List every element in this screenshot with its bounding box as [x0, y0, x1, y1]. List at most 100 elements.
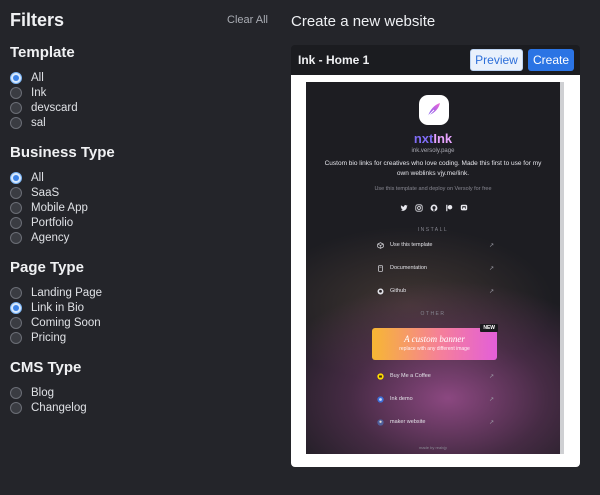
filter-option[interactable]: sal	[10, 115, 270, 130]
github-icon	[429, 203, 438, 212]
filter-option-label: Changelog	[31, 401, 87, 414]
radio-button[interactable]	[10, 86, 22, 99]
link-label: Github	[390, 288, 407, 294]
radio-button[interactable]	[10, 331, 22, 344]
ink-avatar-icon	[376, 395, 384, 403]
filter-option-label: Blog	[31, 386, 55, 399]
filter-option[interactable]: Agency	[10, 230, 270, 245]
filter-option-label: All	[31, 171, 44, 184]
custom-banner[interactable]: NEW A custom banner replace with any dif…	[372, 324, 498, 360]
link-label: Buy Me a Coffee	[390, 373, 431, 379]
external-arrow-icon: ↗	[488, 288, 494, 295]
filter-option[interactable]: Pricing	[10, 330, 270, 345]
link-use-template[interactable]: Use this template ↗	[376, 239, 494, 251]
coffee-icon	[376, 372, 384, 380]
template-name: Ink - Home 1	[298, 53, 370, 67]
radio-button[interactable]	[10, 171, 22, 184]
radio-button[interactable]	[10, 186, 22, 199]
filter-option-label: Agency	[31, 231, 70, 244]
filter-option[interactable]: Link in Bio	[10, 300, 270, 315]
template-thumbnail[interactable]: nxtInk ink.versoly.page Custom bio links…	[306, 82, 564, 454]
filter-option-label: devscard	[31, 101, 78, 114]
filter-option[interactable]: Ink	[10, 85, 270, 100]
banner-title: A custom banner	[404, 334, 465, 344]
radio-button[interactable]	[10, 71, 22, 84]
template-preview-card: Ink - Home 1 Preview Create nxtInk ink.v…	[291, 45, 580, 467]
radio-button[interactable]	[10, 101, 22, 114]
radio-button[interactable]	[10, 316, 22, 329]
filters-panel: Filters Clear All Template All Ink devscard…	[10, 10, 270, 415]
filter-group-title: Business Type	[10, 144, 115, 161]
filter-option[interactable]: Mobile App	[10, 200, 270, 215]
radio-button[interactable]	[10, 201, 22, 214]
link-github[interactable]: Github ↗	[376, 285, 494, 297]
brand-ink: Ink	[433, 131, 453, 146]
template-thumbnail-frame: nxtInk ink.versoly.page Custom bio links…	[291, 75, 580, 467]
filter-option-label: SaaS	[31, 186, 60, 199]
filter-option-label: Portfolio	[31, 216, 74, 229]
preview-button[interactable]: Preview	[470, 49, 523, 71]
link-label: Documentation	[390, 265, 427, 271]
link-label: Ink demo	[390, 396, 413, 402]
site-logo	[419, 95, 449, 125]
filter-option[interactable]: Coming Soon	[10, 315, 270, 330]
filter-option-label: sal	[31, 116, 46, 129]
filter-group-title: Template	[10, 44, 75, 61]
external-arrow-icon: ↗	[488, 396, 494, 403]
clear-all-button[interactable]: Clear All	[227, 14, 268, 26]
filters-header: Filters Clear All	[10, 10, 270, 30]
radio-button[interactable]	[10, 301, 22, 314]
link-buy-me-a-coffee[interactable]: Buy Me a Coffee ↗	[376, 370, 494, 382]
filter-option[interactable]: All	[10, 170, 270, 185]
site-use-line: Use this template and deploy on Versoly …	[374, 186, 492, 192]
instagram-icon	[414, 203, 423, 212]
site-url: ink.versoly.page	[411, 148, 455, 154]
create-button[interactable]: Create	[528, 49, 574, 71]
filter-option[interactable]: devscard	[10, 100, 270, 115]
cube-icon	[376, 241, 384, 249]
site-description: Custom bio links for creatives who love …	[324, 160, 542, 177]
filter-option-label: Ink	[31, 86, 47, 99]
new-badge: NEW	[480, 324, 498, 332]
filter-option[interactable]: SaaS	[10, 185, 270, 200]
page-title: Create a new website	[291, 13, 436, 30]
radio-button[interactable]	[10, 401, 22, 414]
filter-option-label: Landing Page	[31, 286, 102, 299]
patreon-icon	[444, 203, 453, 212]
radio-button[interactable]	[10, 286, 22, 299]
radio-button[interactable]	[10, 231, 22, 244]
banner-subtitle: replace with any different image	[399, 346, 470, 352]
thumbnail-scrollbar	[560, 82, 564, 454]
filter-option-label: Mobile App	[31, 201, 88, 214]
filter-option[interactable]: Blog	[10, 385, 270, 400]
filter-option-label: Pricing	[31, 331, 67, 344]
link-ink-demo[interactable]: Ink demo ↗	[376, 393, 494, 405]
site-brand: nxtInk	[306, 131, 560, 146]
radio-button[interactable]	[10, 116, 22, 129]
filter-option[interactable]: Portfolio	[10, 215, 270, 230]
link-label: maker website	[390, 419, 426, 425]
filters-title: Filters	[10, 9, 65, 30]
filter-option[interactable]: All	[10, 70, 270, 85]
filter-group-title: CMS Type	[10, 359, 82, 376]
external-arrow-icon: ↗	[488, 373, 494, 380]
template-card-header: Ink - Home 1 Preview Create	[291, 45, 580, 75]
other-label: OTHER	[420, 311, 446, 317]
radio-button[interactable]	[10, 386, 22, 399]
link-maker-website[interactable]: maker website ↗	[376, 416, 494, 428]
twitter-icon	[399, 203, 408, 212]
book-icon	[376, 264, 384, 272]
filter-groups: Template All Ink devscard sal Business Type Al…	[10, 44, 270, 415]
mastodon-icon	[459, 203, 468, 212]
maker-avatar-icon	[376, 418, 384, 426]
brand-nxt: nxt	[413, 131, 434, 146]
social-icons	[399, 203, 468, 212]
filter-option-label: Link in Bio	[31, 301, 85, 314]
made-by: made by realvjy	[418, 445, 447, 450]
filter-option-label: Coming Soon	[31, 316, 101, 329]
external-arrow-icon: ↗	[488, 265, 494, 272]
filter-option[interactable]: Landing Page	[10, 285, 270, 300]
radio-button[interactable]	[10, 216, 22, 229]
filter-option[interactable]: Changelog	[10, 400, 270, 415]
link-documentation[interactable]: Documentation ↗	[376, 262, 494, 274]
